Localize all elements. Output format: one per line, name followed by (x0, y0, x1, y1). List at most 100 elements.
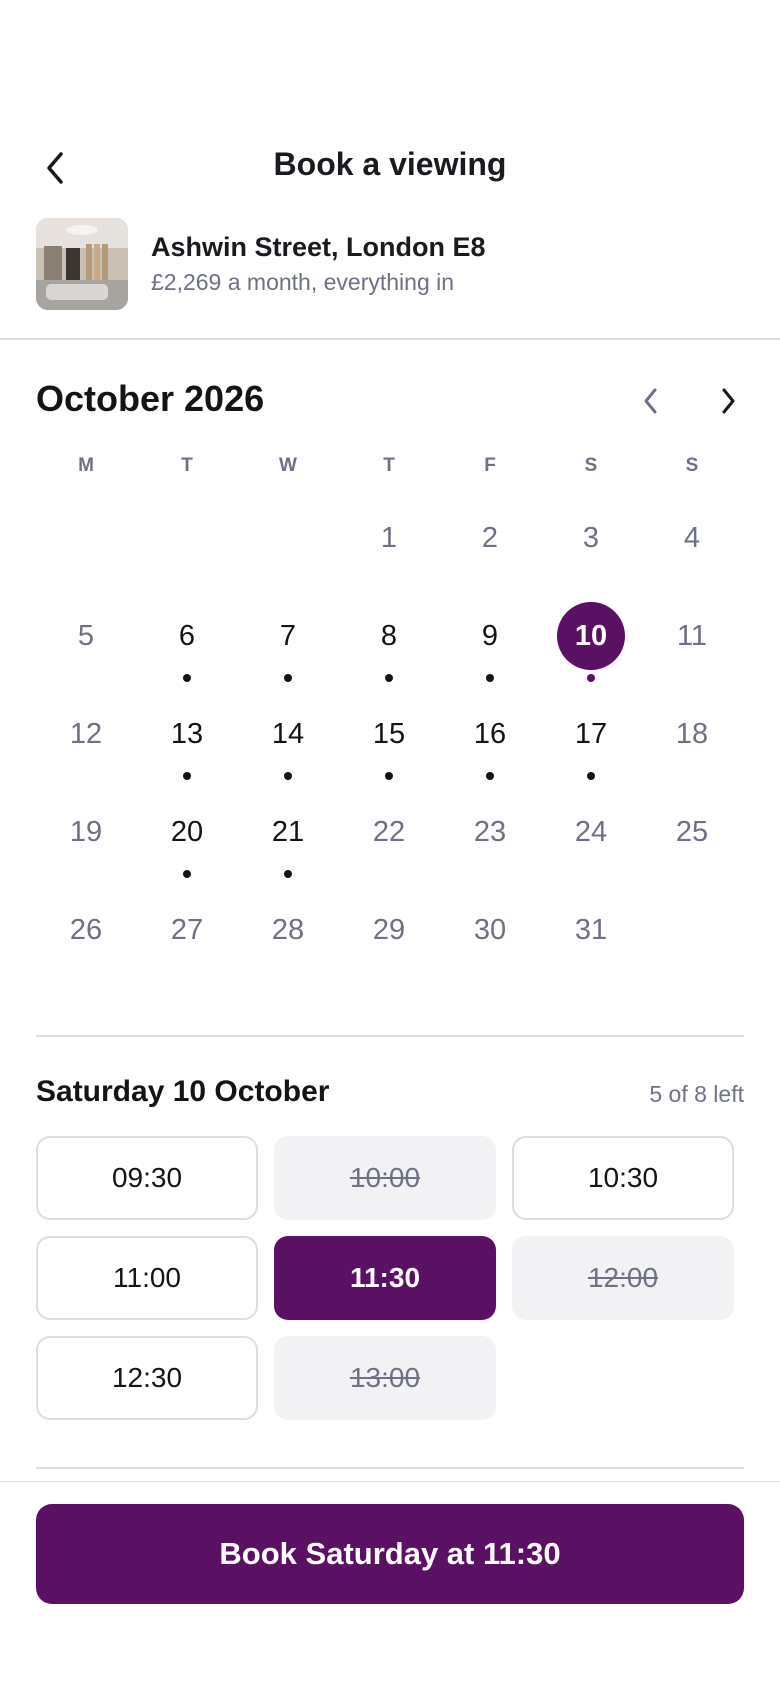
day-number: 5 (77, 620, 95, 652)
day-number: 21 (271, 816, 305, 848)
prev-month-button[interactable] (629, 379, 673, 423)
listing-title: Ashwin Street, London E8 (151, 232, 486, 262)
day-number: 26 (69, 914, 103, 946)
calendar-day: 1 (339, 503, 439, 583)
availability-dot (284, 772, 292, 780)
day-number: 8 (380, 620, 398, 652)
weekday-label: S (685, 455, 699, 476)
availability-dot (183, 674, 191, 682)
time-slot[interactable]: 12:30 (36, 1336, 258, 1420)
calendar-day[interactable]: 21 (238, 797, 338, 878)
calendar-day: 22 (339, 797, 439, 877)
calendar-day: 3 (541, 503, 641, 583)
day-number: 14 (271, 718, 305, 750)
day-number: 24 (574, 816, 608, 848)
page-title: Book a viewing (273, 146, 507, 182)
time-slot[interactable]: 09:30 (36, 1136, 258, 1220)
day-number: 23 (473, 816, 507, 848)
day-number: 6 (178, 620, 196, 652)
day-number: 31 (574, 914, 608, 946)
calendar-day-selected[interactable]: 10 (541, 601, 641, 682)
day-number: 4 (683, 522, 701, 554)
availability-dot (486, 772, 494, 780)
day-number: 15 (372, 718, 406, 750)
calendar-day: 4 (642, 503, 742, 583)
availability-dot (486, 674, 494, 682)
section-divider (0, 338, 780, 340)
calendar-day: 27 (137, 895, 237, 975)
time-slot-unavailable: 12:00 (512, 1236, 734, 1320)
time-slot-unavailable: 10:00 (274, 1136, 496, 1220)
calendar-day[interactable]: 20 (137, 797, 237, 878)
time-slot[interactable]: 11:00 (36, 1236, 258, 1320)
day-number: 9 (481, 620, 499, 652)
day-number: 27 (170, 914, 204, 946)
calendar-day: 23 (440, 797, 540, 877)
calendar-day: 25 (642, 797, 742, 877)
availability-dot (183, 870, 191, 878)
availability-dot (284, 674, 292, 682)
day-number: 30 (473, 914, 507, 946)
calendar-day: 31 (541, 895, 641, 975)
availability-dot (183, 772, 191, 780)
calendar-day: 28 (238, 895, 338, 975)
day-number: 22 (372, 816, 406, 848)
slots-remaining-label: 5 of 8 left (649, 1081, 744, 1107)
availability-dot (284, 870, 292, 878)
calendar-day: 5 (36, 601, 136, 681)
next-month-button[interactable] (706, 379, 750, 423)
day-number: 25 (675, 816, 709, 848)
calendar-day[interactable]: 14 (238, 699, 338, 780)
calendar-day: 26 (36, 895, 136, 975)
calendar-day: 11 (642, 601, 742, 681)
day-number: 16 (473, 718, 507, 750)
weekday-label: T (181, 455, 193, 476)
availability-dot (385, 772, 393, 780)
calendar-day[interactable]: 17 (541, 699, 641, 780)
chevron-left-icon (644, 388, 657, 414)
day-number: 11 (676, 620, 708, 652)
weekday-label: S (584, 455, 598, 476)
section-divider (36, 1035, 744, 1037)
weekday-label: T (383, 455, 395, 476)
day-number: 20 (170, 816, 204, 848)
calendar-month-title: October 2026 (36, 378, 265, 419)
day-number: 7 (279, 620, 297, 652)
day-number: 29 (372, 914, 406, 946)
time-slot-unavailable: 13:00 (274, 1336, 496, 1420)
calendar-day[interactable]: 8 (339, 601, 439, 682)
day-number: 13 (170, 718, 204, 750)
calendar-day[interactable]: 15 (339, 699, 439, 780)
day-number: 19 (69, 816, 103, 848)
day-number: 12 (69, 718, 103, 750)
availability-dot (385, 674, 393, 682)
day-number: 10 (574, 620, 608, 652)
time-slot-selected[interactable]: 11:30 (274, 1236, 496, 1320)
availability-dot (587, 674, 595, 682)
calendar-day: 18 (642, 699, 742, 779)
calendar-day: 30 (440, 895, 540, 975)
calendar-day[interactable]: 6 (137, 601, 237, 682)
calendar-day: 2 (440, 503, 540, 583)
calendar-day: 24 (541, 797, 641, 877)
calendar-day[interactable]: 9 (440, 601, 540, 682)
day-number: 28 (271, 914, 305, 946)
calendar-day[interactable]: 13 (137, 699, 237, 780)
weekday-label: F (484, 455, 496, 476)
day-number: 17 (574, 718, 608, 750)
book-viewing-button[interactable]: Book Saturday at 11:30 (36, 1504, 744, 1604)
weekday-label: M (78, 455, 94, 476)
day-number: 18 (675, 718, 709, 750)
calendar-day: 29 (339, 895, 439, 975)
day-number: 1 (380, 522, 398, 554)
availability-dot (587, 772, 595, 780)
time-slot[interactable]: 10:30 (512, 1136, 734, 1220)
day-number: 2 (481, 522, 499, 554)
calendar-day: 19 (36, 797, 136, 877)
listing-price: £2,269 a month, everything in (151, 269, 455, 295)
section-divider (36, 1467, 744, 1469)
calendar-day[interactable]: 7 (238, 601, 338, 682)
calendar-day[interactable]: 16 (440, 699, 540, 780)
selected-date-label: Saturday 10 October (36, 1075, 330, 1108)
footer-divider (0, 1481, 780, 1482)
